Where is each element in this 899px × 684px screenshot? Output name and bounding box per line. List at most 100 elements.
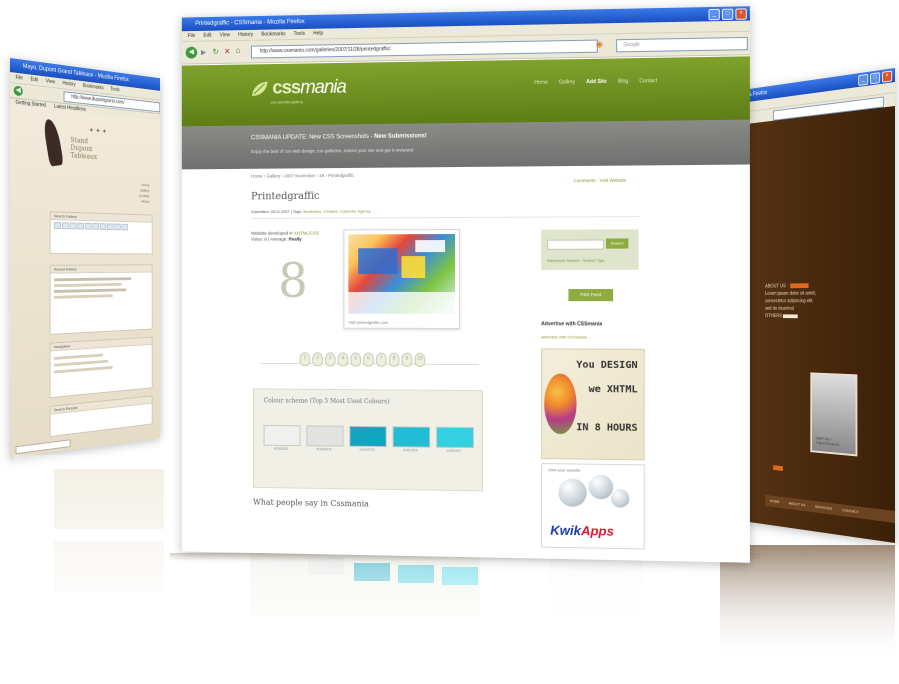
announcement-label: CSSMANIA UPDATE: [251,135,307,142]
browser-window-main[interactable]: Printedgraffic - CSSmania - Mozilla Fire… [182,6,750,563]
rating-star-6[interactable]: 6 [363,353,374,367]
menu-file[interactable]: File [188,33,196,39]
footer-link-services[interactable]: SERVICES [815,504,832,511]
filter-input[interactable] [16,453,71,458]
rating-star-7[interactable]: 7 [376,353,387,367]
comments-visit-links[interactable]: Comments · Visit Website [574,178,626,183]
more-button[interactable] [783,314,798,318]
minimize-icon[interactable]: _ [708,9,719,20]
colour-swatch-2[interactable] [306,425,343,446]
rss-feed-icon[interactable]: ◉ [596,39,603,48]
colour-swatch-5[interactable] [436,427,474,448]
home-icon[interactable]: ⌂ [236,46,241,55]
footer-link-contact[interactable]: CONTACT [842,507,859,514]
cal-cell[interactable] [92,223,99,230]
nav-add-site[interactable]: Add Site [586,79,607,85]
back-arrow-icon[interactable]: ◀ [14,85,23,96]
rating-star-10[interactable]: 10 [414,353,425,367]
menu-bookmarks[interactable]: Bookmarks [83,83,104,91]
nav-contact[interactable]: Contact [639,78,657,84]
stop-icon[interactable]: ✕ [224,47,230,56]
sidebar-search-button[interactable]: Search [606,238,628,248]
colour-swatch-3[interactable] [349,426,386,447]
menu-history[interactable]: History [62,80,75,87]
text-line[interactable] [54,360,108,367]
about-line-4[interactable]: OTHERS [765,313,782,319]
menu-bookmarks[interactable]: Bookmarks [261,31,285,37]
menu-view[interactable]: View [220,32,230,38]
post-tags[interactable]: Illustration, Creative, Colourful, Agenc… [303,208,370,213]
cal-cell[interactable] [62,222,69,229]
minimize-icon[interactable]: _ [858,74,868,86]
address-bar[interactable]: http://www.cssmania.com/galleries/2007/1… [251,40,598,59]
calendar-grid[interactable] [54,222,149,231]
cal-cell[interactable] [114,224,120,231]
menu-history[interactable]: History [238,32,253,38]
colour-swatch-1[interactable] [264,425,301,446]
main-content: Home › Gallery › 2007 November › 28 › Pr… [182,165,750,563]
menu-tools[interactable]: Tools [294,31,305,37]
score-text-link[interactable]: XHTML/CSS [294,231,319,236]
menu-tools[interactable]: Tools [110,86,119,93]
menu-edit[interactable]: Edit [31,77,39,84]
breadcrumb[interactable]: Home › Gallery › 2007 November › 28 › Pr… [251,173,354,179]
maximize-icon[interactable]: □ [722,9,733,20]
back-arrow-icon[interactable]: ◀ [186,47,197,59]
browser-window-left[interactable]: Mayo, Dupont Grand Tableaux - Mozilla Fi… [10,58,160,458]
close-icon[interactable]: × [735,8,746,19]
footer-link-about[interactable]: ABOUT US [789,501,806,508]
cal-cell[interactable] [100,223,107,230]
rss-button[interactable]: RSS Feed [568,289,613,301]
site-logo[interactable]: ✦✦✦ Stand Dupont Tableaux [46,118,121,171]
menu-help[interactable]: Help [313,31,323,37]
maximize-icon[interactable]: □ [870,72,880,84]
text-line[interactable] [54,277,131,281]
forward-arrow-icon[interactable]: ▶ [201,48,206,56]
text-line[interactable] [54,288,126,293]
cal-cell[interactable] [121,224,127,231]
photo-thumbnail[interactable]: VISIT US / TOKYOTOKYO [810,372,857,456]
advanced-search-link[interactable]: Advanced Search · Search Tips [547,258,604,263]
reload-icon[interactable]: ↻ [213,47,219,56]
cal-cell[interactable] [77,223,84,230]
menu-view[interactable]: View [46,78,55,85]
rating-star-3[interactable]: 3 [325,352,336,366]
nav-blog[interactable]: Blog [618,79,628,85]
announcement-text[interactable]: New CSS Screenshots - [309,134,372,141]
site-screenshot[interactable]: Visit printedgraffic.com [343,229,460,329]
colour-swatch-4[interactable] [393,426,431,447]
rating-star-9[interactable]: 9 [401,353,412,367]
cal-cell[interactable] [107,223,113,230]
announcement-highlight[interactable]: New Submissions! [374,133,427,140]
kwikapps-ad[interactable]: Give your website KwikApps [541,463,645,549]
cal-cell[interactable] [85,223,92,230]
text-line[interactable] [54,366,112,373]
menu-file[interactable]: File [16,75,23,82]
sidebar-search-input[interactable] [547,240,604,250]
search-input[interactable] [16,439,71,454]
text-line[interactable] [54,294,112,298]
text-line[interactable] [54,354,103,360]
cal-cell[interactable] [54,222,61,229]
rating-star-4[interactable]: 4 [338,352,349,366]
rating-star-2[interactable]: 2 [312,352,323,366]
rating-star-5[interactable]: 5 [350,352,361,366]
advertise-link[interactable]: Advertise with CSSmania [541,334,587,339]
design-xhtml-ad[interactable]: You DESIGN we XHTML IN 8 HOURS [541,348,645,460]
cssmania-logo[interactable]: css mania [251,77,346,100]
screenshot-caption[interactable]: Visit printedgraffic.com [348,320,388,325]
nav-home[interactable]: Home [534,80,547,86]
close-icon[interactable]: × [882,70,892,82]
menu-edit[interactable]: Edit [203,33,211,39]
nav-link-about[interactable]: About [139,199,150,205]
search-box[interactable]: Google [616,37,748,52]
text-line[interactable] [54,283,122,287]
nav-gallery[interactable]: Gallery [559,79,575,85]
cal-cell[interactable] [70,222,77,229]
rating-star-1[interactable]: 1 [300,352,311,366]
browser-window-right[interactable]: Mozilla Firefox _ □ × ABOUT US Lorem ips… [726,68,895,543]
orange-button[interactable] [773,465,783,471]
logo-line-3: Tableaux [70,152,97,162]
rating-star-8[interactable]: 8 [389,353,400,367]
footer-link-home[interactable]: HOME [770,498,780,504]
